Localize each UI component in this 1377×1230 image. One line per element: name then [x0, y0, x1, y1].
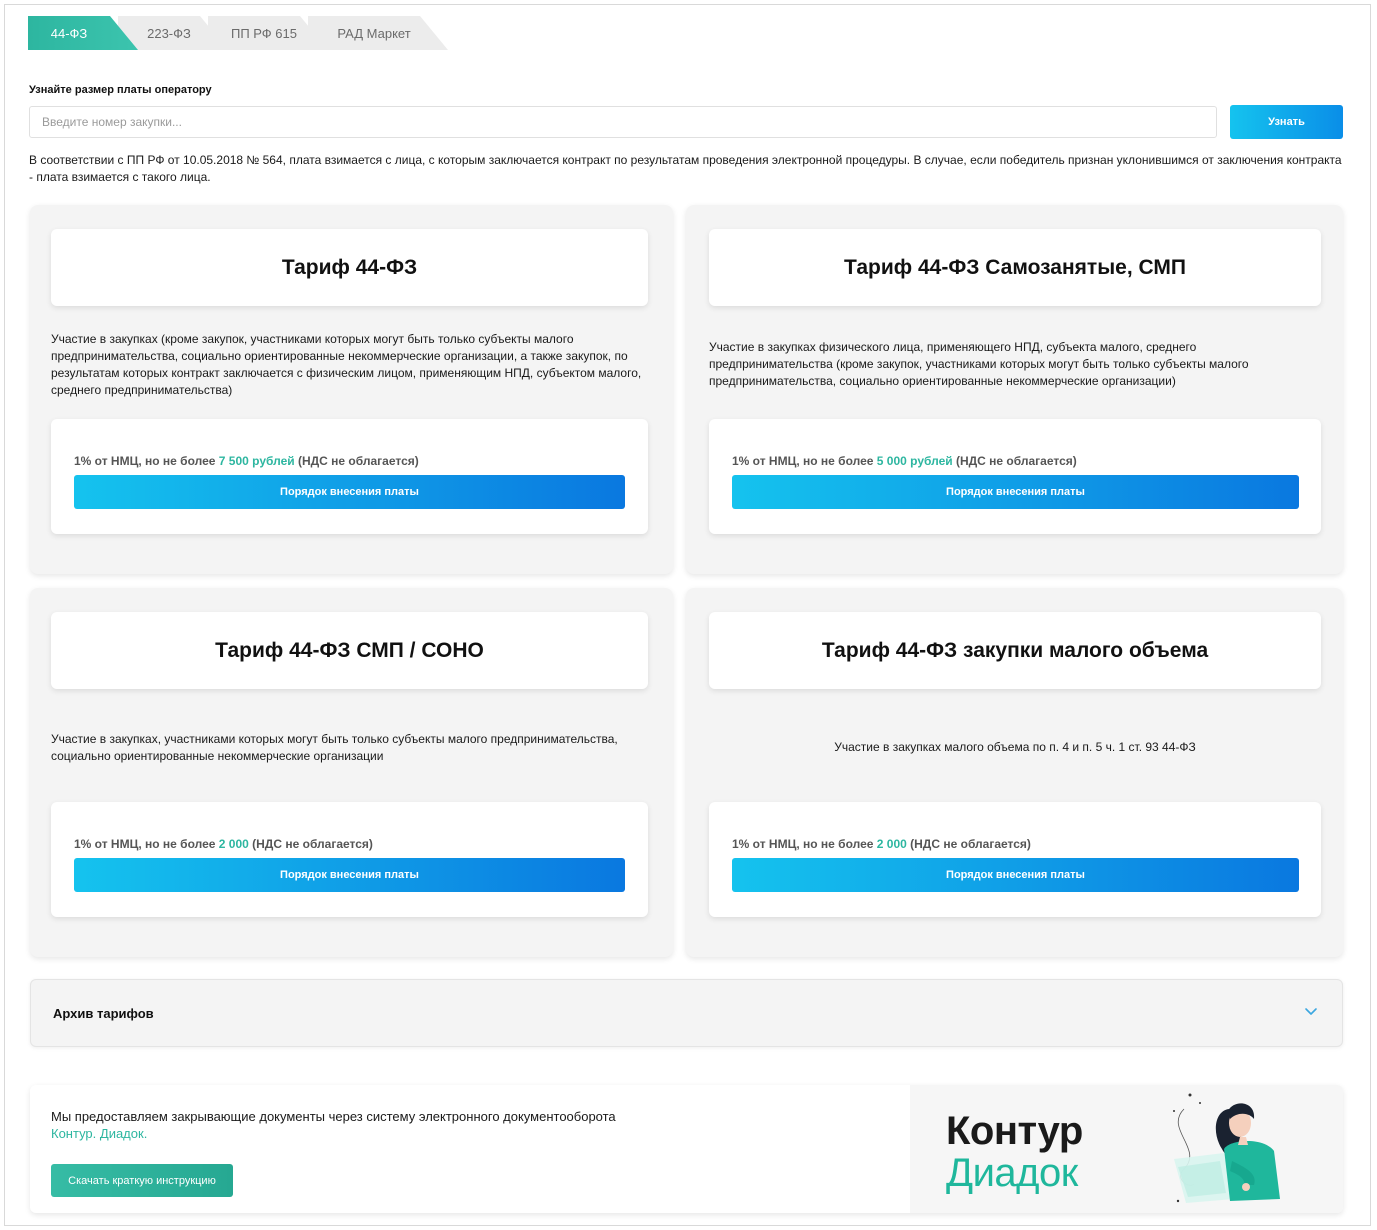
tariff-title: Тариф 44-ФЗ СМП / СОНО [51, 612, 648, 689]
tariff-price-card: 1% от НМЦ, но не более 2 000 (НДС не обл… [709, 802, 1321, 917]
kontur-diadok-logo: Контур Диадок [910, 1085, 1343, 1213]
price-suffix: (НДС не облагается) [952, 454, 1077, 468]
tab-44fz[interactable]: 44-ФЗ [28, 16, 138, 50]
tariff-archive-accordion[interactable]: Архив тарифов [30, 979, 1343, 1047]
payment-procedure-button[interactable]: Порядок внесения платы [74, 475, 625, 509]
tariff-price-card: 1% от НМЦ, но не более 7 500 рублей (НДС… [51, 419, 648, 534]
tariff-title: Тариф 44-ФЗ [51, 229, 648, 306]
price-amount: 5 000 рублей [876, 454, 953, 468]
tab-label: 223-ФЗ [147, 25, 191, 41]
tariff-description: Участие в закупках, участниками которых … [51, 732, 618, 763]
tariff-panel: Тариф 44-ФЗ Самозанятые, СМП Участие в з… [686, 205, 1343, 574]
diadok-link[interactable]: Контур. Диадок. [51, 1126, 147, 1141]
logo-diadok-text: Диадок [946, 1151, 1078, 1195]
chevron-down-icon[interactable] [1302, 1002, 1320, 1020]
payment-procedure-button[interactable]: Порядок внесения платы [732, 858, 1299, 892]
price-prefix: 1% от НМЦ, но не более [732, 837, 877, 851]
tab-label: ПП РФ 615 [230, 25, 297, 41]
woman-with-laptop-illustration [1173, 1093, 1280, 1203]
tariff-price: 1% от НМЦ, но не более 7 500 рублей (НДС… [74, 454, 419, 468]
tab-label: 44-ФЗ [50, 25, 88, 41]
tariff-title: Тариф 44-ФЗ закупки малого объема [709, 612, 1321, 689]
fee-lookup-label: Узнайте размер платы оператору [29, 84, 212, 96]
tab-label: РАД Маркет [337, 25, 411, 41]
price-prefix: 1% от НМЦ, но не более [74, 454, 219, 468]
payment-procedure-button[interactable]: Порядок внесения платы [732, 475, 1299, 509]
price-amount: 2 000 [218, 837, 249, 851]
diadok-banner: Мы предоставляем закрывающие документы ч… [30, 1085, 1343, 1213]
law-tabs: 44-ФЗ 223-ФЗ ПП РФ 615 РАД Маркет [28, 16, 448, 50]
tariff-description: Участие в закупках физического лица, при… [709, 340, 1249, 388]
price-amount: 2 000 [876, 837, 907, 851]
tariff-panel: Тариф 44-ФЗ СМП / СОНО Участие в закупка… [30, 588, 673, 957]
logo-kontur-text: Контур [946, 1109, 1083, 1153]
tariff-price: 1% от НМЦ, но не более 5 000 рублей (НДС… [732, 454, 1077, 468]
tariff-panel: Тариф 44-ФЗ закупки малого объема Участи… [686, 588, 1343, 957]
tariff-description: Участие в закупках малого объема по п. 4… [834, 740, 1196, 754]
price-suffix: (НДС не облагается) [294, 454, 419, 468]
price-suffix: (НДС не облагается) [906, 837, 1031, 851]
archive-title: Архив тарифов [53, 1006, 154, 1021]
tariff-price: 1% от НМЦ, но не более 2 000 (НДС не обл… [732, 837, 1031, 851]
find-out-button[interactable]: Узнать [1230, 105, 1343, 139]
price-amount: 7 500 рублей [218, 454, 295, 468]
tariff-price-card: 1% от НМЦ, но не более 2 000 (НДС не обл… [51, 802, 648, 917]
tariff-price: 1% от НМЦ, но не более 2 000 (НДС не обл… [74, 837, 373, 851]
tariff-panel: Тариф 44-ФЗ Участие в закупках (кроме за… [30, 205, 673, 574]
tariff-title: Тариф 44-ФЗ Самозанятые, СМП [709, 229, 1321, 306]
price-prefix: 1% от НМЦ, но не более [74, 837, 219, 851]
payment-procedure-button[interactable]: Порядок внесения платы [74, 858, 625, 892]
tab-rad-market[interactable]: РАД Маркет [308, 16, 448, 50]
banner-text: Мы предоставляем закрывающие документы ч… [51, 1109, 616, 1124]
price-prefix: 1% от НМЦ, но не более [732, 454, 877, 468]
download-instruction-button[interactable]: Скачать краткую инструкцию [51, 1164, 233, 1197]
purchase-number-input[interactable] [29, 106, 1217, 138]
tariff-description: Участие в закупках (кроме закупок, участ… [51, 332, 642, 397]
fee-notice: В соответствии с ПП РФ от 10.05.2018 № 5… [29, 153, 1342, 184]
tariff-price-card: 1% от НМЦ, но не более 5 000 рублей (НДС… [709, 419, 1321, 534]
price-suffix: (НДС не облагается) [248, 837, 373, 851]
